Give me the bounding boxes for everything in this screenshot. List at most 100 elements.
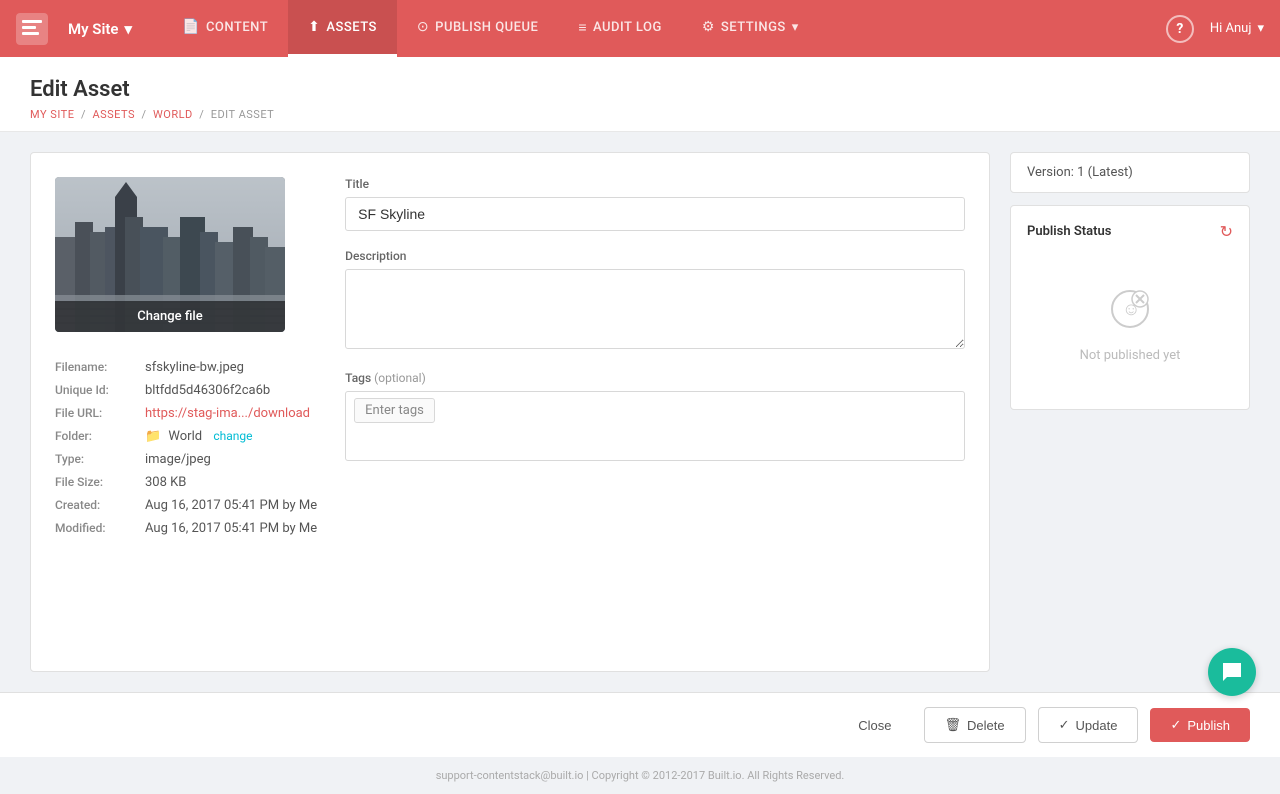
type-value: image/jpeg bbox=[145, 452, 211, 467]
help-button[interactable]: ? bbox=[1166, 15, 1194, 43]
meta-modified: Modified: Aug 16, 2017 05:41 PM by Me bbox=[55, 521, 317, 536]
breadcrumb-edit-asset: EDIT ASSET bbox=[211, 108, 275, 121]
tab-publish-queue[interactable]: ⊙ PUBLISH QUEUE bbox=[397, 0, 558, 57]
tags-label: Tags (optional) bbox=[345, 371, 965, 385]
file-size-label: File Size: bbox=[55, 475, 145, 489]
form-section: Title Description Tags (optional) Enter … bbox=[345, 177, 965, 544]
refresh-icon[interactable]: ↻ bbox=[1220, 222, 1233, 241]
meta-filename: Filename: sfskyline-bw.jpeg bbox=[55, 360, 317, 375]
breadcrumb: MY SITE / ASSETS / WORLD / EDIT ASSET bbox=[30, 108, 1250, 121]
folder-label: Folder: bbox=[55, 429, 145, 443]
close-button[interactable]: Close bbox=[838, 709, 911, 742]
settings-icon: ⚙ bbox=[702, 19, 715, 35]
page-header: Edit Asset MY SITE / ASSETS / WORLD / ED… bbox=[0, 57, 1280, 132]
folder-change-link[interactable]: change bbox=[213, 429, 252, 443]
assets-icon: ⬆ bbox=[308, 19, 320, 35]
title-group: Title bbox=[345, 177, 965, 231]
created-value: Aug 16, 2017 05:41 PM by Me bbox=[145, 498, 317, 513]
breadcrumb-assets[interactable]: ASSETS bbox=[92, 108, 135, 121]
publish-status-panel: Publish Status ↻ ☺ Not published yet bbox=[1010, 205, 1250, 410]
meta-folder: Folder: 📁 World change bbox=[55, 429, 317, 444]
breadcrumb-world[interactable]: WORLD bbox=[153, 108, 193, 121]
publish-status-title: Publish Status bbox=[1027, 224, 1111, 239]
unique-id-label: Unique Id: bbox=[55, 383, 145, 397]
filename-value: sfskyline-bw.jpeg bbox=[145, 360, 244, 375]
tags-container[interactable]: Enter tags bbox=[345, 391, 965, 461]
file-url-label: File URL: bbox=[55, 406, 145, 420]
delete-icon: 🗑 bbox=[945, 717, 962, 733]
sidebar-panel: Version: 1 (Latest) Publish Status ↻ ☺ N… bbox=[1010, 152, 1250, 672]
nav-tabs: 📄 CONTENT ⬆ ASSETS ⊙ PUBLISH QUEUE ≡ AUD… bbox=[162, 0, 819, 57]
file-url-value[interactable]: https://stag-ima.../download bbox=[145, 406, 310, 421]
description-label: Description bbox=[345, 249, 965, 263]
chat-widget[interactable] bbox=[1208, 648, 1256, 696]
site-name: My Site bbox=[68, 20, 118, 38]
title-label: Title bbox=[345, 177, 965, 191]
version-panel: Version: 1 (Latest) bbox=[1010, 152, 1250, 193]
user-greeting: Hi Anuj bbox=[1210, 21, 1252, 36]
tag-input[interactable]: Enter tags bbox=[354, 398, 435, 423]
tab-publish-queue-label: PUBLISH QUEUE bbox=[435, 20, 538, 35]
meta-info: Filename: sfskyline-bw.jpeg Unique Id: b… bbox=[55, 360, 317, 544]
breadcrumb-site[interactable]: MY SITE bbox=[30, 108, 74, 121]
meta-created: Created: Aug 16, 2017 05:41 PM by Me bbox=[55, 498, 317, 513]
not-published-text: Not published yet bbox=[1080, 348, 1181, 363]
folder-value: 📁 World change bbox=[145, 429, 252, 444]
logo-icon bbox=[16, 13, 48, 45]
tab-audit-log-label: AUDIT LOG bbox=[593, 20, 662, 35]
filename-label: Filename: bbox=[55, 360, 145, 374]
description-textarea[interactable] bbox=[345, 269, 965, 349]
tab-audit-log[interactable]: ≡ AUDIT LOG bbox=[558, 0, 681, 57]
user-chevron: ▾ bbox=[1257, 21, 1264, 36]
title-input[interactable] bbox=[345, 197, 965, 231]
main-layout: Change file Filename: sfskyline-bw.jpeg … bbox=[0, 132, 1280, 692]
tags-optional: (optional) bbox=[374, 371, 426, 385]
site-selector[interactable]: My Site ▾ bbox=[68, 20, 132, 38]
site-chevron: ▾ bbox=[124, 20, 132, 38]
publish-queue-icon: ⊙ bbox=[417, 19, 429, 35]
meta-file-url: File URL: https://stag-ima.../download bbox=[55, 406, 317, 421]
nav-right: ? Hi Anuj ▾ bbox=[1166, 15, 1264, 43]
tab-content[interactable]: 📄 CONTENT bbox=[162, 0, 288, 57]
app-logo[interactable] bbox=[16, 13, 48, 45]
asset-image-wrapper[interactable]: Change file bbox=[55, 177, 285, 332]
publish-button[interactable]: ✓ Publish bbox=[1150, 708, 1250, 742]
not-published-icon: ☺ bbox=[1108, 287, 1152, 340]
file-size-value: 308 KB bbox=[145, 475, 186, 490]
update-icon: ✓ bbox=[1059, 717, 1070, 733]
delete-button[interactable]: 🗑 Delete bbox=[924, 707, 1026, 743]
meta-file-size: File Size: 308 KB bbox=[55, 475, 317, 490]
tab-content-label: CONTENT bbox=[206, 20, 268, 35]
tags-group: Tags (optional) Enter tags bbox=[345, 371, 965, 461]
tab-assets-label: ASSETS bbox=[326, 20, 377, 35]
user-menu[interactable]: Hi Anuj ▾ bbox=[1210, 21, 1264, 36]
audit-log-icon: ≡ bbox=[578, 19, 587, 36]
version-text: Version: 1 (Latest) bbox=[1027, 165, 1133, 180]
page-title: Edit Asset bbox=[30, 77, 1250, 102]
type-label: Type: bbox=[55, 452, 145, 466]
content-icon: 📄 bbox=[182, 19, 200, 35]
footer-actions: Close 🗑 Delete ✓ Update ✓ Publish bbox=[0, 692, 1280, 757]
modified-label: Modified: bbox=[55, 521, 145, 535]
change-file-overlay[interactable]: Change file bbox=[55, 301, 285, 332]
created-label: Created: bbox=[55, 498, 145, 512]
modified-value: Aug 16, 2017 05:41 PM by Me bbox=[145, 521, 317, 536]
tab-assets[interactable]: ⬆ ASSETS bbox=[288, 0, 397, 57]
settings-chevron: ▾ bbox=[792, 20, 799, 35]
update-button[interactable]: ✓ Update bbox=[1038, 707, 1139, 743]
tab-settings[interactable]: ⚙ SETTINGS ▾ bbox=[682, 0, 819, 57]
meta-type: Type: image/jpeg bbox=[55, 452, 317, 467]
publish-icon: ✓ bbox=[1170, 717, 1181, 733]
not-published-state: ☺ Not published yet bbox=[1027, 257, 1233, 393]
main-content: Change file Filename: sfskyline-bw.jpeg … bbox=[30, 152, 990, 672]
meta-unique-id: Unique Id: bltfdd5d46306f2ca6b bbox=[55, 383, 317, 398]
folder-icon: 📁 bbox=[145, 429, 161, 444]
description-group: Description bbox=[345, 249, 965, 353]
publish-status-header: Publish Status ↻ bbox=[1027, 222, 1233, 241]
unique-id-value: bltfdd5d46306f2ca6b bbox=[145, 383, 270, 398]
top-navigation: My Site ▾ 📄 CONTENT ⬆ ASSETS ⊙ PUBLISH Q… bbox=[0, 0, 1280, 57]
asset-container: Change file Filename: sfskyline-bw.jpeg … bbox=[55, 177, 965, 544]
tab-settings-label: SETTINGS bbox=[721, 20, 786, 35]
footer-text: support-contentstack@built.io | Copyrigh… bbox=[436, 769, 845, 782]
page-footer: support-contentstack@built.io | Copyrigh… bbox=[0, 757, 1280, 794]
